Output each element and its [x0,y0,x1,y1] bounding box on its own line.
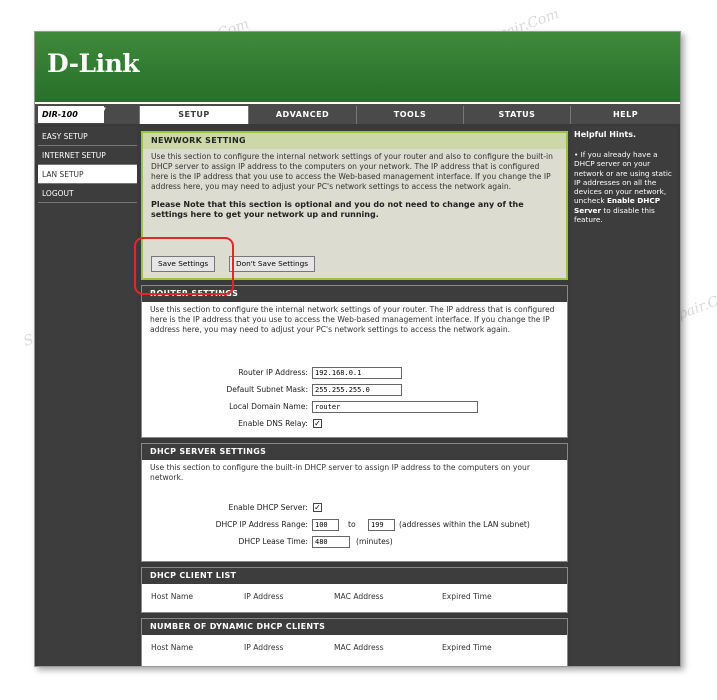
dynamic-dhcp-clients-section: NUMBER OF DYNAMIC DHCP CLIENTS Host Name… [141,618,568,666]
tab-status[interactable]: STATUS [463,106,570,124]
column-header: Expired Time [442,592,492,601]
highlight-annotation [134,237,234,295]
section-title: DHCP SERVER SETTINGS [142,444,567,460]
column-header: Host Name [151,643,194,652]
range-to-label: to [348,520,356,529]
section-description: Use this section to configure the intern… [150,305,555,334]
sidebar-item-logout[interactable]: LOGOUT [38,184,137,203]
enable-dhcp-checkbox[interactable]: ✓ [313,503,322,512]
lease-unit: (minutes) [356,537,393,546]
dhcp-range-start-input[interactable]: 100 [312,519,339,531]
lease-time-label: DHCP Lease Time: [238,537,308,546]
section-title: DHCP CLIENT LIST [142,568,567,584]
dont-save-settings-button[interactable]: Don't Save Settings [229,256,316,272]
dhcp-range-end-input[interactable]: 199 [368,519,395,531]
dlink-logo: D-Link [47,49,140,78]
subnet-mask-label: Default Subnet Mask: [226,385,308,394]
column-header: Expired Time [442,643,492,652]
router-settings-section: ROUTER SETTINGS Use this section to conf… [141,285,568,438]
main-content: NEWWORK SETTING Use this section to conf… [141,131,568,666]
router-ip-label: Router IP Address: [238,368,308,377]
slash-divider-icon: // [93,104,105,123]
sidebar: EASY SETUP INTERNET SETUP LAN SETUP LOGO… [38,127,137,666]
dns-relay-checkbox[interactable]: ✓ [313,419,322,428]
domain-name-input[interactable]: router [312,401,478,413]
hints-title: Helpful Hints. [574,130,637,139]
sidebar-item-internet-setup[interactable]: INTERNET SETUP [38,146,137,165]
router-admin-window: D-Link DIR-100 // SETUP ADVANCED TOOLS S… [34,31,681,667]
top-nav: DIR-100 // SETUP ADVANCED TOOLS STATUS H… [35,102,680,124]
dhcp-range-label: DHCP IP Address Range: [215,520,308,529]
section-title: NEWWORK SETTING [143,133,566,149]
dhcp-client-list-section: DHCP CLIENT LIST Host Name IP Address MA… [141,567,568,613]
domain-name-label: Local Domain Name: [229,402,308,411]
column-header: MAC Address [334,643,384,652]
router-ip-input[interactable]: 192.168.0.1 [312,367,402,379]
header-banner: D-Link [35,32,680,102]
column-header: Host Name [151,592,194,601]
column-header: IP Address [244,643,284,652]
dns-relay-label: Enable DNS Relay: [238,419,308,428]
lease-time-input[interactable]: 480 [312,536,350,548]
optional-note: Please Note that this section is optiona… [151,200,524,219]
section-description: Use this section to configure the built-… [150,463,530,482]
subnet-mask-input[interactable]: 255.255.255.0 [312,384,402,396]
tab-help[interactable]: HELP [570,106,680,124]
section-description: Use this section to configure the intern… [151,152,553,191]
sidebar-item-lan-setup[interactable]: LAN SETUP [38,165,137,184]
section-title: NUMBER OF DYNAMIC DHCP CLIENTS [142,619,567,635]
hints-text: • If you already have a DHCP server on y… [574,150,675,224]
tab-setup[interactable]: SETUP [139,106,248,124]
sidebar-item-easy-setup[interactable]: EASY SETUP [38,127,137,146]
column-header: IP Address [244,592,284,601]
tab-tools[interactable]: TOOLS [356,106,463,124]
enable-dhcp-label: Enable DHCP Server: [228,503,308,512]
helpful-hints-panel: Helpful Hints. • If you already have a D… [571,127,678,666]
column-header: MAC Address [334,592,384,601]
dhcp-server-section: DHCP SERVER SETTINGS Use this section to… [141,443,568,562]
tab-advanced[interactable]: ADVANCED [248,106,356,124]
range-note: (addresses within the LAN subnet) [399,520,530,529]
